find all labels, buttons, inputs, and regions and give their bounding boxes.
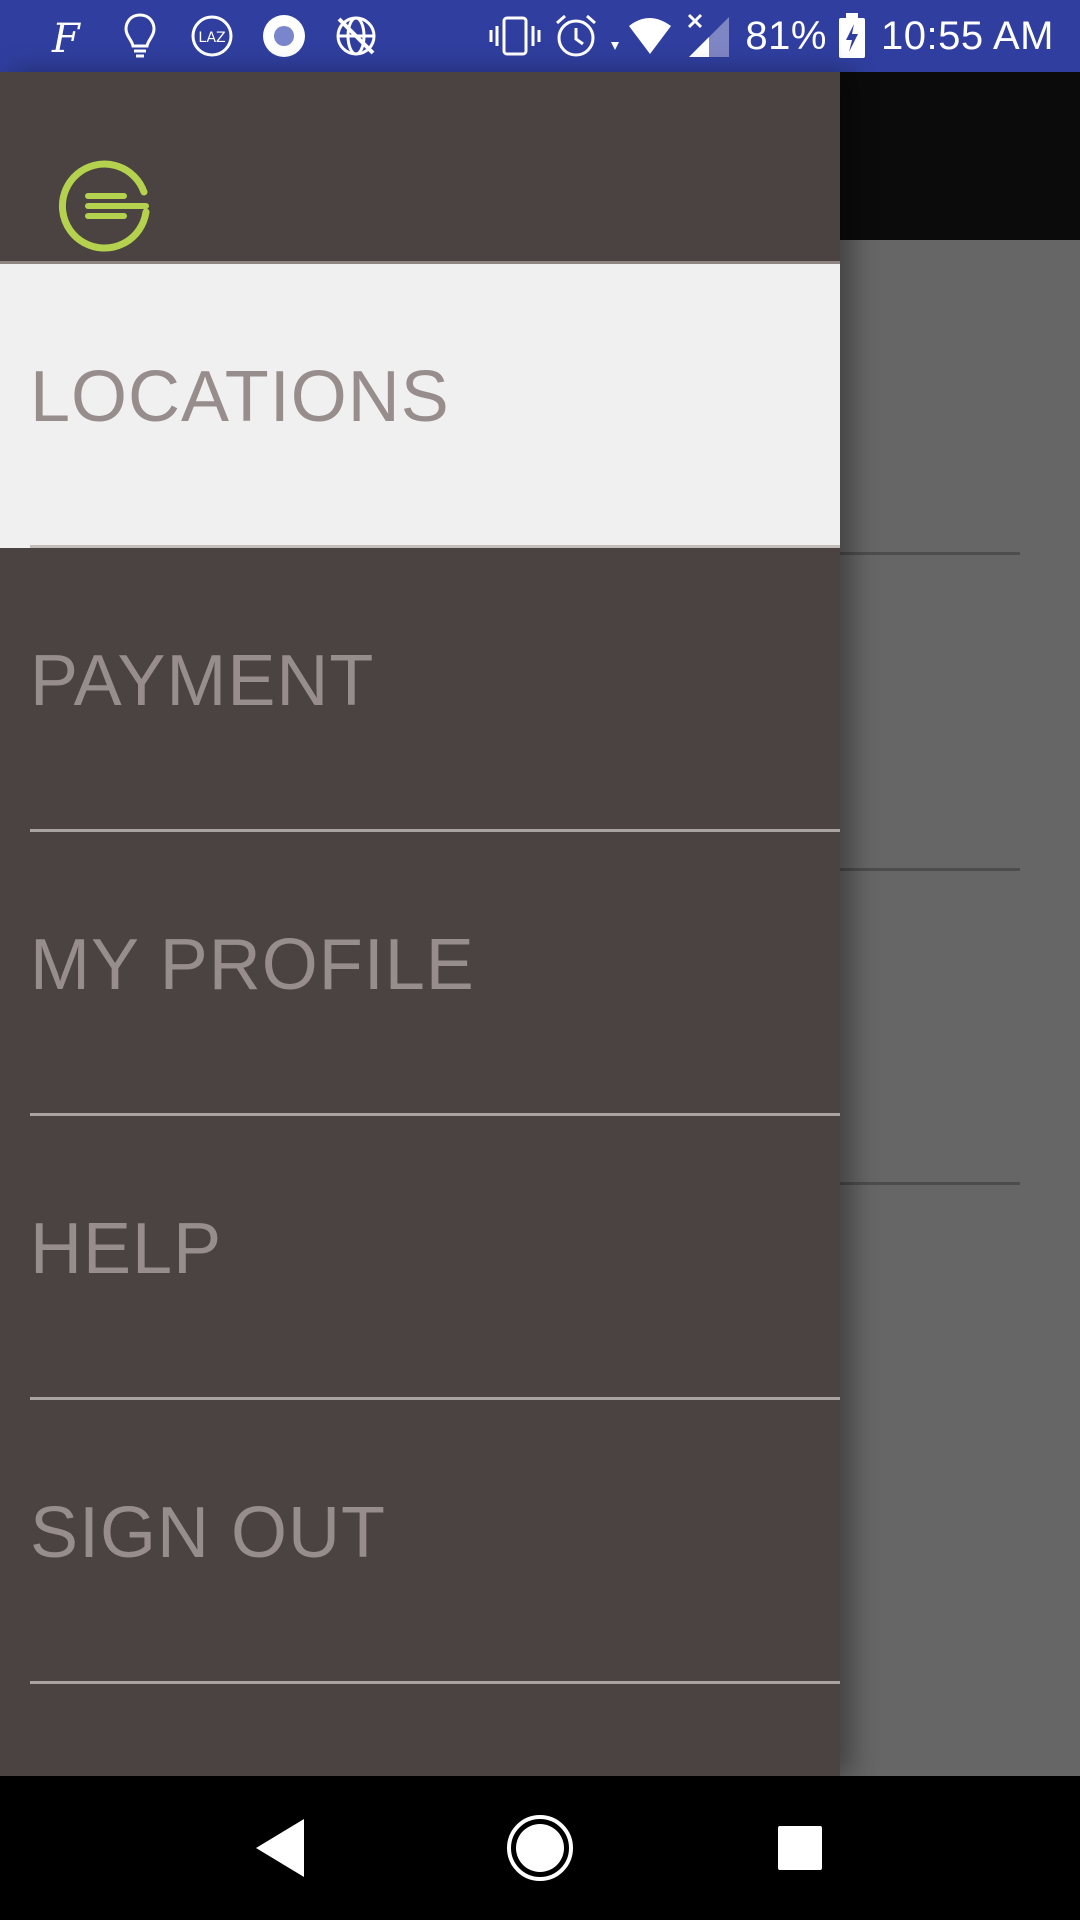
menu-item-sign-out[interactable]: SIGN OUT xyxy=(0,1400,840,1684)
menu-item-label: LOCATIONS xyxy=(30,357,450,437)
home-button[interactable] xyxy=(490,1798,590,1898)
recents-icon xyxy=(778,1826,822,1870)
system-icons: 81% 10:55 AM xyxy=(477,0,1054,72)
menu-item-label: HELP xyxy=(30,1209,223,1289)
laz-icon: LAZ xyxy=(176,0,248,72)
status-bar: F LAZ 81% 10:55 AM xyxy=(0,0,1080,72)
svg-text:LAZ: LAZ xyxy=(198,30,225,46)
svg-text:F: F xyxy=(51,16,81,58)
vibrate-icon xyxy=(487,0,543,72)
back-button[interactable] xyxy=(230,1798,330,1898)
menu-item-my-profile[interactable]: MY PROFILE xyxy=(0,832,840,1116)
circle-record-icon xyxy=(248,0,320,72)
home-icon xyxy=(507,1815,573,1881)
alarm-icon xyxy=(553,0,599,72)
battery-charging-icon xyxy=(837,0,867,72)
clock-time: 10:55 AM xyxy=(880,13,1054,58)
screen: F LAZ 81% 10:55 AM LOCATIONS PAYMENT MY … xyxy=(0,0,1080,1920)
menu-item-label: SIGN OUT xyxy=(30,1493,387,1573)
menu-item-label: PAYMENT xyxy=(30,641,375,721)
menu-item-locations[interactable]: LOCATIONS xyxy=(0,264,840,548)
lightbulb-icon xyxy=(104,0,176,72)
menu-item-help[interactable]: HELP xyxy=(0,1116,840,1400)
fiverr-icon: F xyxy=(32,0,104,72)
system-navigation-bar xyxy=(0,1776,1080,1920)
brand-g-icon xyxy=(58,160,150,252)
wifi-icon xyxy=(609,0,675,72)
notification-icons: F LAZ xyxy=(32,0,392,72)
recents-button[interactable] xyxy=(750,1798,850,1898)
menu-item-payment[interactable]: PAYMENT xyxy=(0,548,840,832)
battery-percent: 81% xyxy=(745,13,827,58)
drawer-header xyxy=(0,72,840,264)
globe-crossed-icon xyxy=(320,0,392,72)
signal-icon xyxy=(685,0,731,72)
back-icon xyxy=(256,1819,304,1877)
menu-item-label: MY PROFILE xyxy=(30,925,475,1005)
navigation-drawer: LOCATIONS PAYMENT MY PROFILE HELP SIGN O… xyxy=(0,72,840,1776)
